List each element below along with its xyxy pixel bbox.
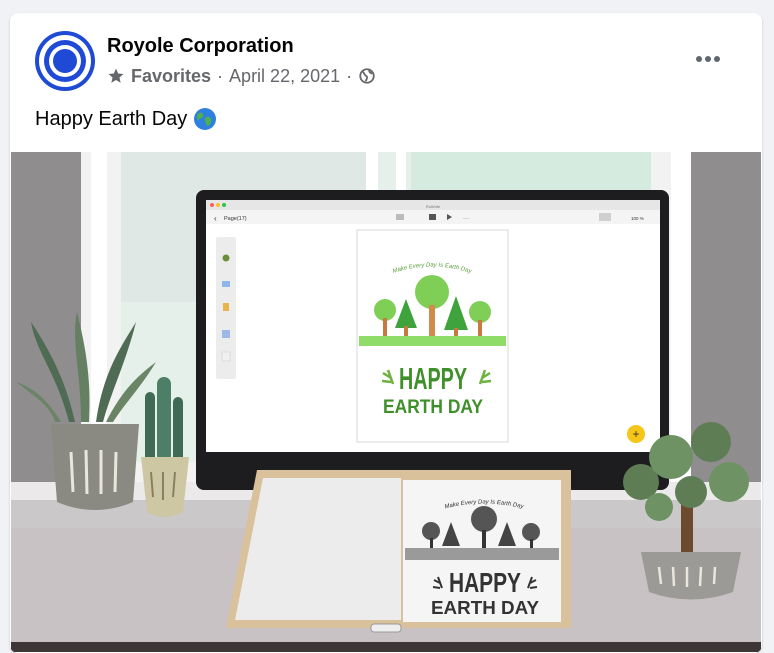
- page-avatar[interactable]: [35, 31, 95, 91]
- post-message: Happy Earth Day: [35, 107, 188, 130]
- window-title: RoWrite: [426, 204, 441, 209]
- meta-separator: ·: [217, 65, 224, 86]
- globe-icon: [359, 68, 375, 84]
- notebook-headline-happy: HAPPY: [449, 567, 521, 598]
- earth-globe-emoji-icon: [194, 108, 217, 130]
- meta-separator: ·: [346, 65, 353, 86]
- star-icon: [108, 68, 124, 83]
- monitor-illustration: RoWrite ‹ Page(17) ··· 100 % Make Every …: [196, 190, 669, 504]
- post-text: Happy Earth Day: [35, 107, 217, 131]
- more-options-button[interactable]: [696, 53, 722, 65]
- poster-headline-earth-day: EARTH DAY: [383, 397, 483, 418]
- page-count-label: Page(17): [224, 216, 247, 222]
- ellipsis-dot: [696, 56, 702, 62]
- svg-text:‹: ‹: [214, 214, 217, 223]
- ellipsis-dot: [714, 56, 720, 62]
- audience-label[interactable]: Favorites: [131, 66, 211, 87]
- post-meta: Favorites · April 22, 2021 ·: [107, 66, 376, 86]
- post-date[interactable]: April 22, 2021: [229, 66, 340, 87]
- post-card: Royole Corporation Favorites · April 22,…: [10, 13, 762, 653]
- post-image[interactable]: RoWrite ‹ Page(17) ··· 100 % Make Every …: [11, 152, 761, 652]
- svg-text:···: ···: [463, 216, 469, 222]
- poster-headline-happy: HAPPY: [399, 361, 467, 396]
- notebook-headline-earth-day: EARTH DAY: [431, 598, 539, 618]
- add-element-button-label: +: [632, 427, 639, 441]
- page-name[interactable]: Royole Corporation: [107, 35, 294, 58]
- notebook-illustration: Make Every Day Is Earth Day HAPPY EARTH …: [226, 470, 571, 633]
- ellipsis-dot: [705, 56, 711, 62]
- zoom-readout: 100 %: [631, 216, 644, 221]
